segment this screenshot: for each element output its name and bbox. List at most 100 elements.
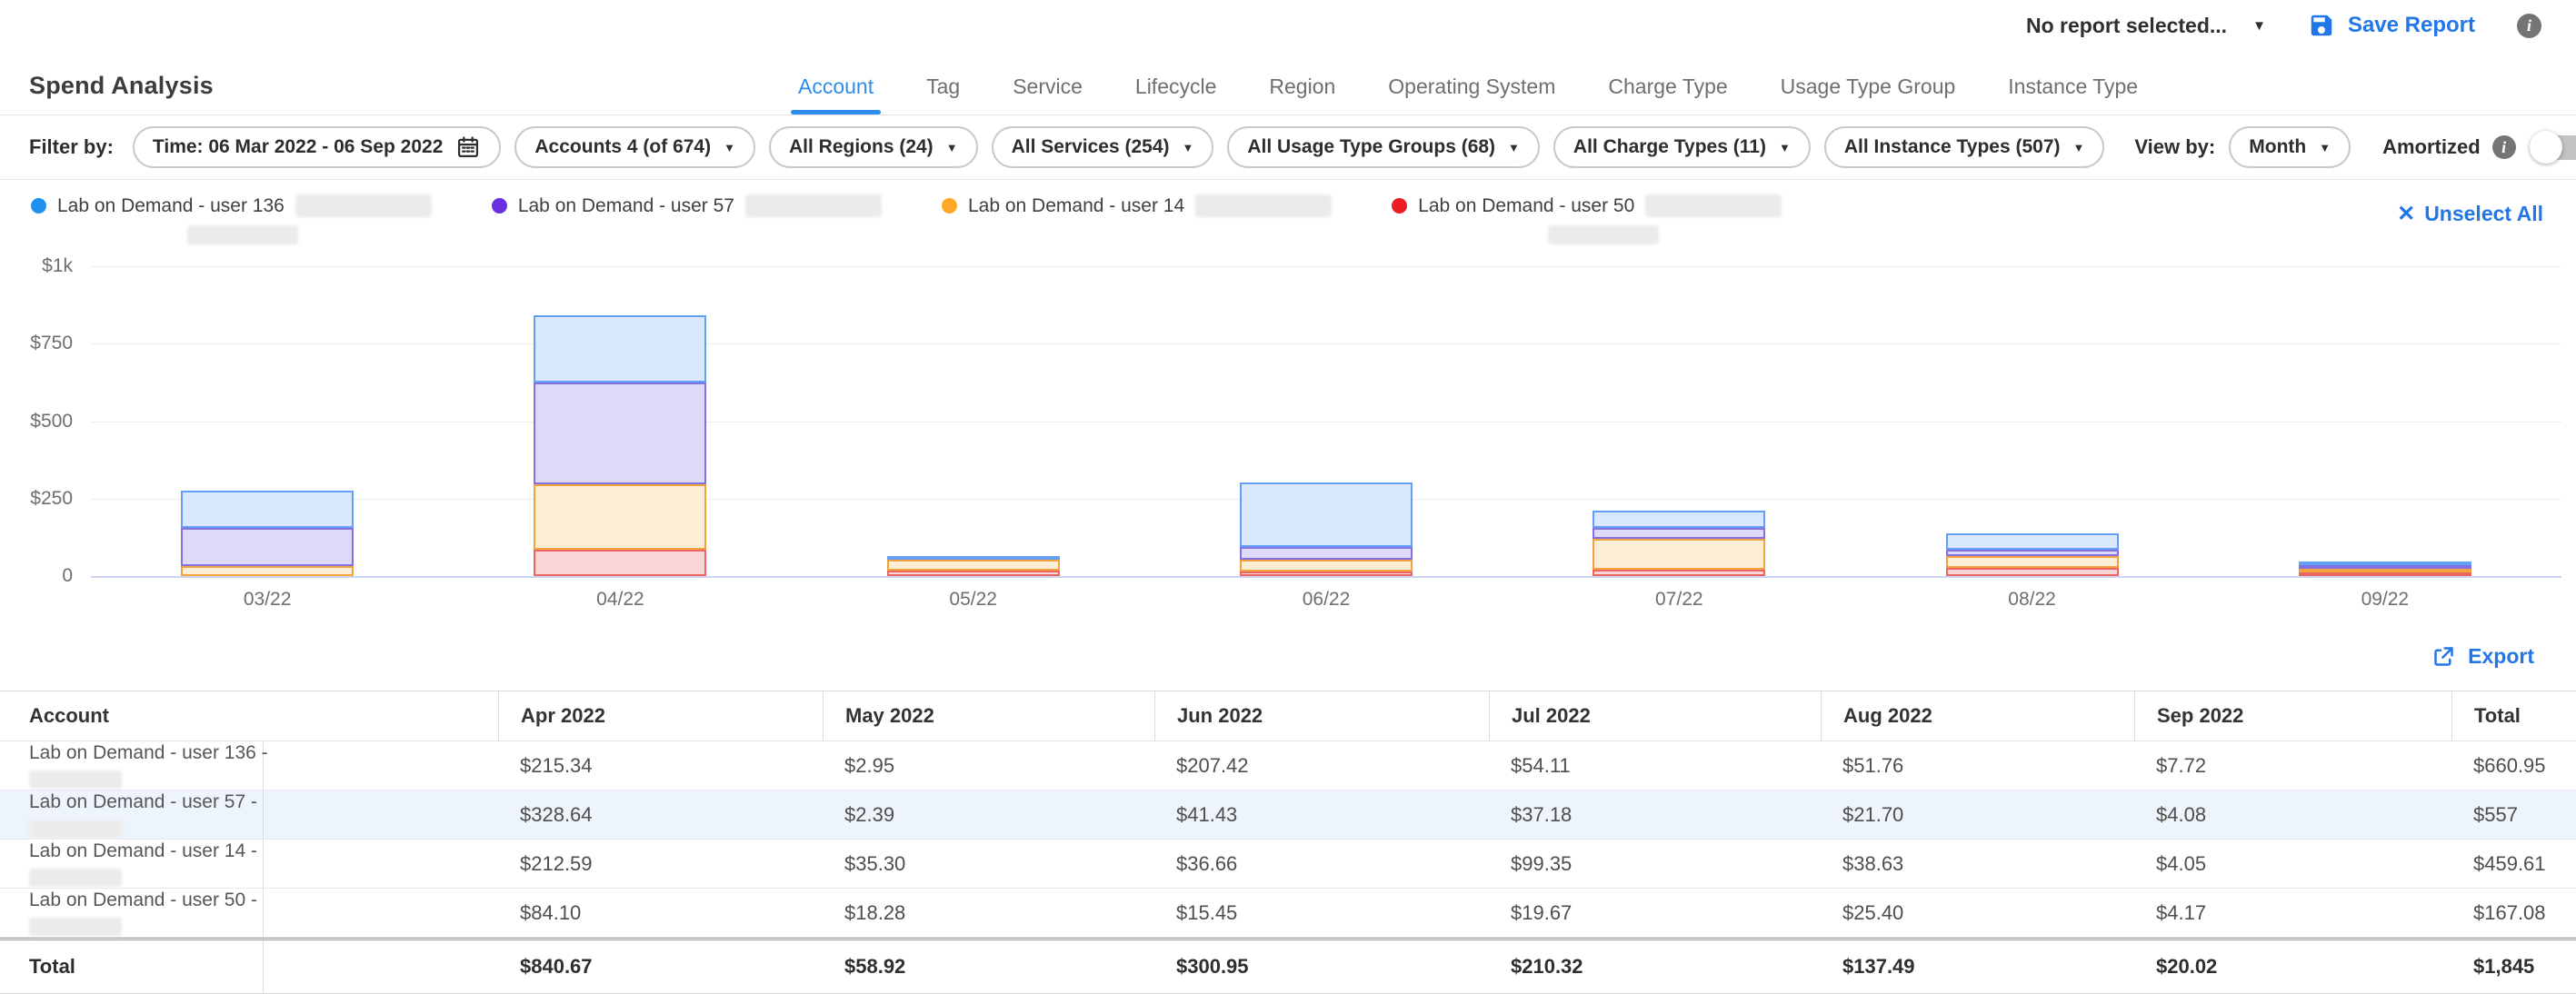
table-cell: $2.39: [823, 790, 1154, 839]
column-header-jun-2022[interactable]: Jun 2022: [1154, 691, 1489, 741]
bar-segment[interactable]: [887, 571, 1060, 576]
bar-segment[interactable]: [181, 528, 354, 565]
bar-segment[interactable]: [1593, 539, 1765, 570]
table-cell: $18.28: [823, 889, 1154, 937]
filter-pill-all-instance-types-507[interactable]: All Instance Types (507)▼: [1824, 126, 2105, 168]
column-header-may-2022[interactable]: May 2022: [823, 691, 1154, 741]
bar-segment[interactable]: [1240, 560, 1413, 572]
tab-service[interactable]: Service: [1013, 75, 1083, 114]
x-axis-tick-label: 03/22: [167, 589, 367, 611]
tab-charge-type[interactable]: Charge Type: [1608, 75, 1727, 114]
y-axis-tick-label: $500: [4, 411, 73, 432]
bar-segment[interactable]: [534, 315, 706, 382]
redacted-text: [1645, 194, 1782, 217]
tab-lifecycle[interactable]: Lifecycle: [1135, 75, 1216, 114]
bar-segment[interactable]: [1946, 556, 2119, 568]
column-header-total[interactable]: Total: [2451, 691, 2576, 741]
tab-account[interactable]: Account: [798, 75, 874, 114]
bar-segment[interactable]: [1593, 528, 1765, 540]
bar-segment[interactable]: [534, 484, 706, 550]
legend-item-1[interactable]: Lab on Demand - user 136: [31, 194, 432, 244]
column-header-sep-2022[interactable]: Sep 2022: [2134, 691, 2451, 741]
bar-09-22[interactable]: [2299, 562, 2471, 576]
info-icon[interactable]: i: [2492, 135, 2516, 159]
filter-pill-all-services-254[interactable]: All Services (254)▼: [992, 126, 1214, 168]
view-by-dropdown[interactable]: Month ▼: [2229, 126, 2351, 168]
bar-segment[interactable]: [887, 560, 1060, 571]
bar-07-22[interactable]: [1593, 511, 1765, 576]
column-header-jul-2022[interactable]: Jul 2022: [1489, 691, 1821, 741]
column-header-account[interactable]: Account: [0, 691, 264, 741]
table-cell: $459.61: [2451, 840, 2576, 888]
bar-08-22[interactable]: [1946, 533, 2119, 576]
y-axis-tick-label: $750: [4, 333, 73, 354]
filter-pill-all-regions-24[interactable]: All Regions (24)▼: [769, 126, 978, 168]
bar-segment[interactable]: [534, 383, 706, 484]
table-row: Lab on Demand - user 50 -$84.10$18.28$15…: [0, 889, 2576, 938]
bar-segment[interactable]: [1240, 572, 1413, 576]
bar-segment[interactable]: [181, 566, 354, 576]
stacked-bar-chart: $1k$750$500$250003/2204/2205/2206/2207/2…: [0, 256, 2576, 621]
legend-dot: [31, 198, 46, 214]
tab-tag[interactable]: Tag: [926, 75, 960, 114]
legend-label: Lab on Demand - user 136: [57, 195, 285, 217]
legend-item-3[interactable]: Lab on Demand - user 14: [942, 194, 1332, 217]
table-cell: $84.10: [498, 889, 823, 937]
filter-pill-label: All Services (254): [1012, 136, 1170, 158]
export-button[interactable]: Export: [2468, 644, 2534, 669]
tab-operating-system[interactable]: Operating System: [1388, 75, 1555, 114]
bar-segment[interactable]: [181, 491, 354, 528]
total-value-cell: $58.92: [823, 940, 1154, 993]
column-header-aug-2022[interactable]: Aug 2022: [1821, 691, 2134, 741]
amortized-control: Amortized i: [2382, 135, 2576, 160]
bar-segment[interactable]: [1240, 482, 1413, 547]
table-row: Lab on Demand - user 14 -$212.59$35.30$3…: [0, 840, 2576, 889]
bar-segment[interactable]: [1946, 568, 2119, 576]
bar-05-22[interactable]: [887, 556, 1060, 576]
legend-item-4[interactable]: Lab on Demand - user 50: [1392, 194, 1782, 244]
bar-04-22[interactable]: [534, 315, 706, 576]
total-value-cell: $1,845: [2451, 940, 2576, 993]
bar-segment[interactable]: [1946, 533, 2119, 550]
filter-pill-label: All Charge Types (11): [1573, 136, 1766, 158]
bar-segment[interactable]: [1946, 550, 2119, 556]
legend-item-2[interactable]: Lab on Demand - user 57: [492, 194, 882, 217]
bar-segment[interactable]: [1593, 570, 1765, 576]
filter-pill-all-charge-types-11[interactable]: All Charge Types (11)▼: [1553, 126, 1811, 168]
info-icon[interactable]: i: [2517, 14, 2541, 38]
column-header-apr-2022[interactable]: Apr 2022: [498, 691, 823, 741]
bar-03-22[interactable]: [181, 491, 354, 576]
report-selector-dropdown[interactable]: No report selected... ▼: [2026, 14, 2266, 38]
y-axis-tick-label: $1k: [4, 255, 73, 277]
filter-pill-accounts-4-of-674[interactable]: Accounts 4 (of 674)▼: [514, 126, 755, 168]
page-title: Spend Analysis: [29, 72, 214, 100]
save-report-button[interactable]: Save Report: [2308, 12, 2475, 39]
filter-pill-time-06-mar-2022-06-sep-2022[interactable]: Time: 06 Mar 2022 - 06 Sep 2022: [133, 126, 501, 168]
filter-pill-label: Accounts 4 (of 674): [534, 136, 711, 158]
toggle-knob: [2530, 131, 2562, 164]
account-cell: Lab on Demand - user 57 -: [0, 790, 264, 839]
redacted-text: [295, 194, 432, 217]
account-cell: Lab on Demand - user 14 -: [0, 840, 264, 888]
table-cell: $4.17: [2134, 889, 2451, 937]
legend-dot: [1392, 198, 1407, 214]
unselect-all-button[interactable]: ✕ Unselect All: [2397, 202, 2543, 226]
tab-usage-type-group[interactable]: Usage Type Group: [1781, 75, 1956, 114]
table-cell: $215.34: [498, 741, 823, 790]
filter-pill-all-usage-type-groups-68[interactable]: All Usage Type Groups (68)▼: [1227, 126, 1540, 168]
bar-06-22[interactable]: [1240, 482, 1413, 576]
tab-instance-type[interactable]: Instance Type: [2008, 75, 2138, 114]
x-axis-tick-label: 04/22: [520, 589, 720, 611]
bar-segment[interactable]: [2299, 572, 2471, 576]
gridline: [91, 343, 2561, 344]
spend-table: Account Apr 2022May 2022Jun 2022Jul 2022A…: [0, 691, 2576, 994]
table-cell: $7.72: [2134, 741, 2451, 790]
bar-segment[interactable]: [534, 550, 706, 576]
legend-dot: [492, 198, 507, 214]
tab-region[interactable]: Region: [1269, 75, 1335, 114]
bar-segment[interactable]: [1240, 547, 1413, 560]
legend-label: Lab on Demand - user 57: [518, 195, 734, 217]
bar-segment[interactable]: [1593, 511, 1765, 527]
table-row: Lab on Demand - user 136 -$215.34$2.95$2…: [0, 741, 2576, 790]
amortized-toggle[interactable]: [2533, 135, 2576, 160]
